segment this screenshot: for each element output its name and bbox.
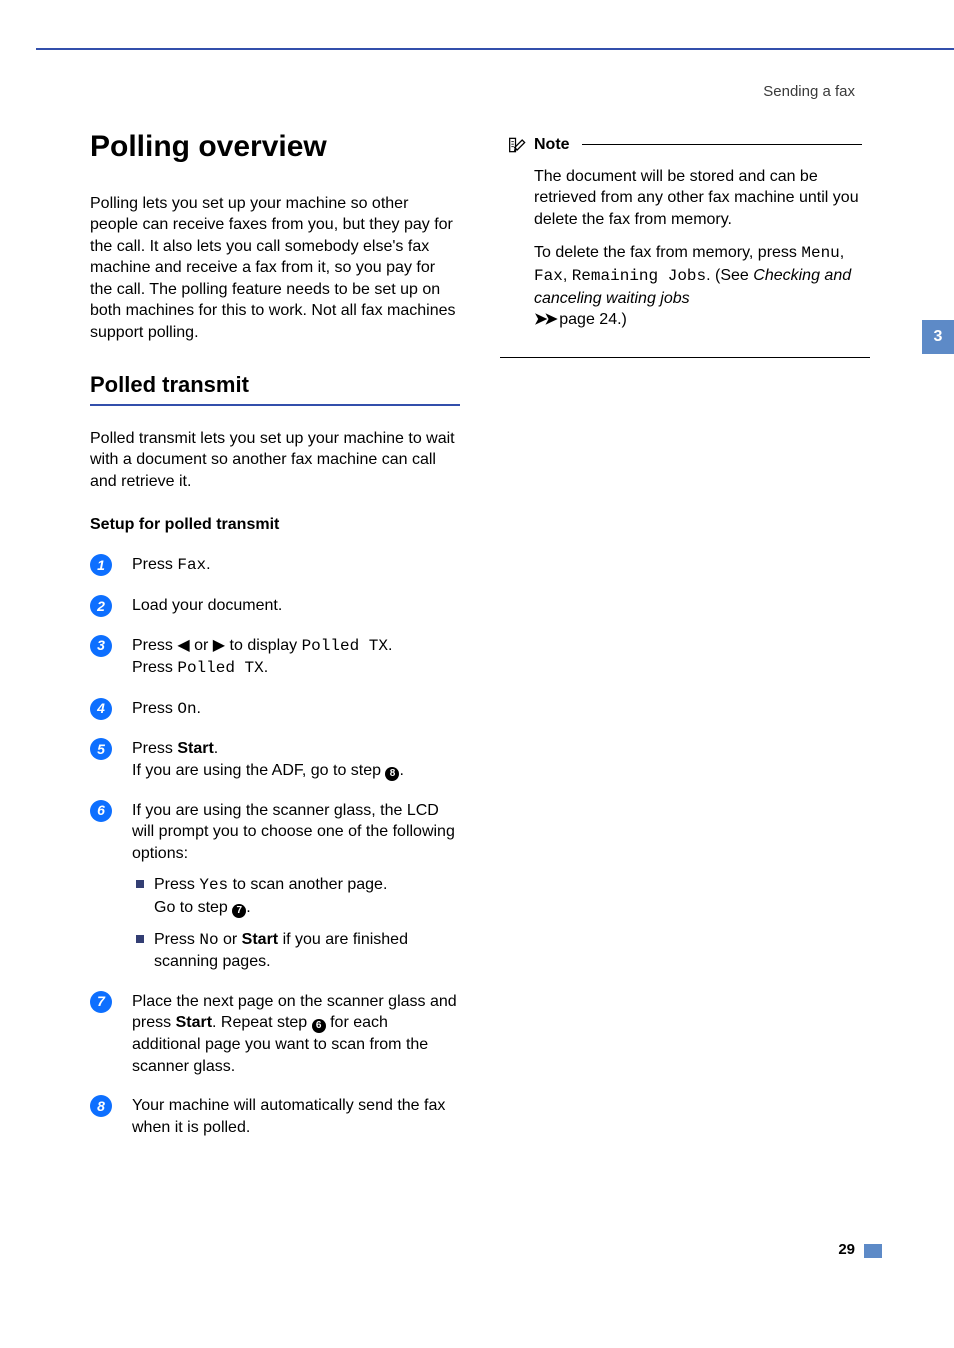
code: No — [199, 931, 218, 949]
bullet-text: . — [246, 899, 250, 916]
right-triangle-icon: ▶ — [213, 637, 225, 654]
subheading: Setup for polled transmit — [90, 516, 460, 534]
step-7: 7 Place the next page on the scanner gla… — [90, 991, 460, 1077]
note-text: To delete the fax from memory, press — [534, 244, 801, 261]
page-corner-mark — [864, 1244, 882, 1258]
left-triangle-icon: ◀ — [177, 637, 189, 654]
step-text: If you are using the ADF, go to step — [132, 762, 385, 779]
code: Polled TX — [177, 659, 263, 677]
step-badge: 5 — [90, 738, 112, 760]
code: Fax — [177, 556, 206, 574]
step-text: . — [214, 740, 218, 757]
note-box: Note The document will be stored and can… — [500, 134, 870, 358]
bold-text: Start — [177, 740, 213, 757]
page-number: 29 — [838, 1241, 855, 1258]
step-badge: 4 — [90, 698, 112, 720]
step-text: . — [197, 700, 201, 717]
step-text: or — [190, 637, 213, 654]
step-text: Your machine will automatically send the… — [132, 1097, 445, 1136]
bullet-text: or — [219, 931, 242, 948]
note-body: The document will be stored and can be r… — [508, 156, 862, 331]
note-text: page — [555, 311, 599, 328]
section-lead: Polled transmit lets you set up your mac… — [90, 428, 460, 493]
step-badge: 2 — [90, 595, 112, 617]
header-section-label: Sending a fax — [763, 83, 855, 100]
code: On — [177, 700, 196, 718]
step-badge: 3 — [90, 635, 112, 657]
step-text: . — [399, 762, 403, 779]
bold-text: Start — [176, 1014, 212, 1031]
step-text: Press — [132, 556, 177, 573]
step-text: Press — [132, 659, 177, 676]
step-2: 2 Load your document. — [90, 595, 460, 617]
bullet-text: Press — [154, 876, 199, 893]
bullet-text: Press — [154, 931, 199, 948]
step-text: . — [206, 556, 210, 573]
page-title: Polling overview — [90, 130, 460, 165]
bullet-text: to scan another page. — [228, 876, 387, 893]
note-rule — [582, 144, 862, 145]
code: Yes — [199, 876, 228, 894]
note-label: Note — [534, 134, 570, 156]
step-text: . — [388, 637, 392, 654]
note-page-ref: 24 — [599, 311, 617, 328]
step-text: Press — [132, 740, 177, 757]
note-text: , — [840, 244, 844, 261]
step-text: Press — [132, 700, 177, 717]
step-text: Load your document. — [132, 597, 282, 614]
intro-paragraph: Polling lets you set up your machine so … — [90, 193, 460, 344]
top-rule — [36, 48, 954, 50]
bullet-text: Go to step — [154, 899, 232, 916]
step-text: . Repeat step — [212, 1014, 312, 1031]
note-text: .) — [617, 311, 627, 328]
step-6: 6 If you are using the scanner glass, th… — [90, 800, 460, 973]
step-3: 3 Press ◀ or ▶ to display Polled TX. Pre… — [90, 635, 460, 680]
right-column: Note The document will be stored and can… — [500, 130, 870, 1156]
step-badge: 1 — [90, 554, 112, 576]
step-8: 8 Your machine will automatically send t… — [90, 1095, 460, 1138]
sub-bullets: Press Yes to scan another page. Go to st… — [132, 874, 460, 972]
double-arrow-icon: ➤➤ — [534, 311, 555, 328]
code: Polled TX — [302, 637, 388, 655]
note-icon — [508, 135, 528, 155]
code: Remaining Jobs — [572, 267, 706, 285]
step-ref-icon: 7 — [232, 904, 246, 918]
page-content: Polling overview Polling lets you set up… — [90, 130, 870, 1156]
left-column: Polling overview Polling lets you set up… — [90, 130, 460, 1156]
step-ref-icon: 6 — [312, 1019, 326, 1033]
section-heading: Polled transmit — [90, 372, 460, 406]
step-5: 5 Press Start. If you are using the ADF,… — [90, 738, 460, 781]
bold-text: Start — [242, 931, 278, 948]
step-text: Press — [132, 637, 177, 654]
step-ref-icon: 8 — [385, 767, 399, 781]
steps-list: 1 Press Fax. 2 Load your document. 3 Pre… — [90, 554, 460, 1138]
step-text: . — [264, 659, 268, 676]
step-badge: 7 — [90, 991, 112, 1013]
note-p2: To delete the fax from memory, press Men… — [534, 242, 862, 330]
step-badge: 8 — [90, 1095, 112, 1117]
code: Menu — [801, 244, 839, 262]
step-text: to display — [225, 637, 301, 654]
step-badge: 6 — [90, 800, 112, 822]
bullet: Press No or Start if you are finished sc… — [132, 929, 460, 973]
note-header: Note — [508, 134, 862, 156]
step-1: 1 Press Fax. — [90, 554, 460, 577]
step-4: 4 Press On. — [90, 698, 460, 721]
chapter-tab: 3 — [922, 320, 954, 354]
note-text: , — [563, 267, 572, 284]
code: Fax — [534, 267, 563, 285]
step-text: If you are using the scanner glass, the … — [132, 802, 455, 862]
note-p1: The document will be stored and can be r… — [534, 166, 862, 231]
bullet: Press Yes to scan another page. Go to st… — [132, 874, 460, 918]
note-text: . (See — [706, 267, 753, 284]
